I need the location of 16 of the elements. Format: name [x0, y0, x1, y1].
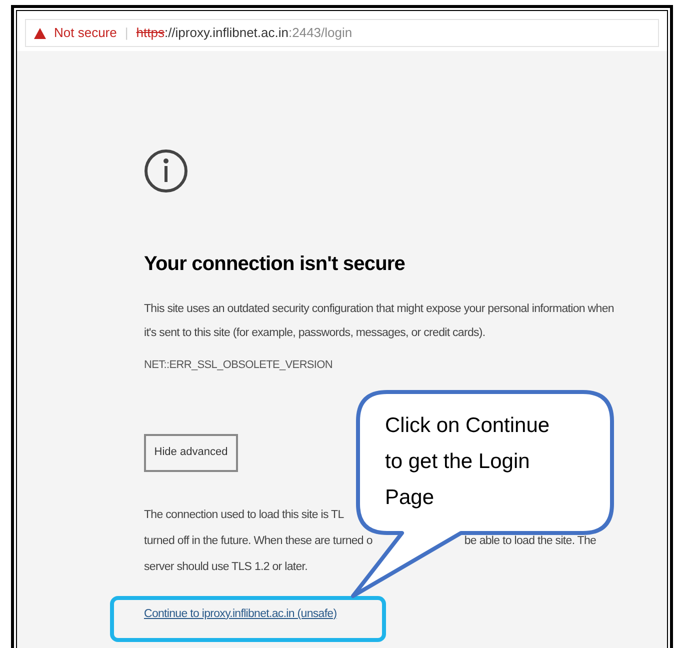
details-text: turned off in the future. When these are turned o: [144, 534, 372, 548]
details-text: be able to load the site. The: [464, 534, 596, 548]
error-code: NET::ERR_SSL_OBSOLETE_VERSION: [144, 358, 334, 373]
details-text: server should use TLS 1.2 or later.: [144, 560, 308, 574]
error-description: This site uses an outdated security configuration that might expose your personal information when it's sent to this site (for example, passwords, messages, or credit cards).: [144, 302, 614, 341]
continue-link[interactable]: Continue to iproxy.inflibnet.ac.in (unsafe): [144, 606, 337, 623]
error-title: Your connection isn't secure: [144, 252, 406, 277]
callout-text: Click on Continue to get the Login Page: [385, 413, 551, 511]
hide-advanced-button[interactable]: Hide advanced: [144, 434, 238, 472]
url-text: https://iproxy.inflibnet.ac.in:2443/login: [136, 24, 352, 42]
address-bar[interactable]: Not secure | https://iproxy.inflibnet.ac.in:2443/login: [25, 19, 659, 47]
info-icon: [144, 149, 188, 193]
warning-icon: [34, 28, 46, 38]
separator: |: [124, 24, 128, 42]
security-label[interactable]: Not secure: [54, 23, 117, 43]
details-text: The connection used to load this site is TL: [144, 508, 344, 522]
